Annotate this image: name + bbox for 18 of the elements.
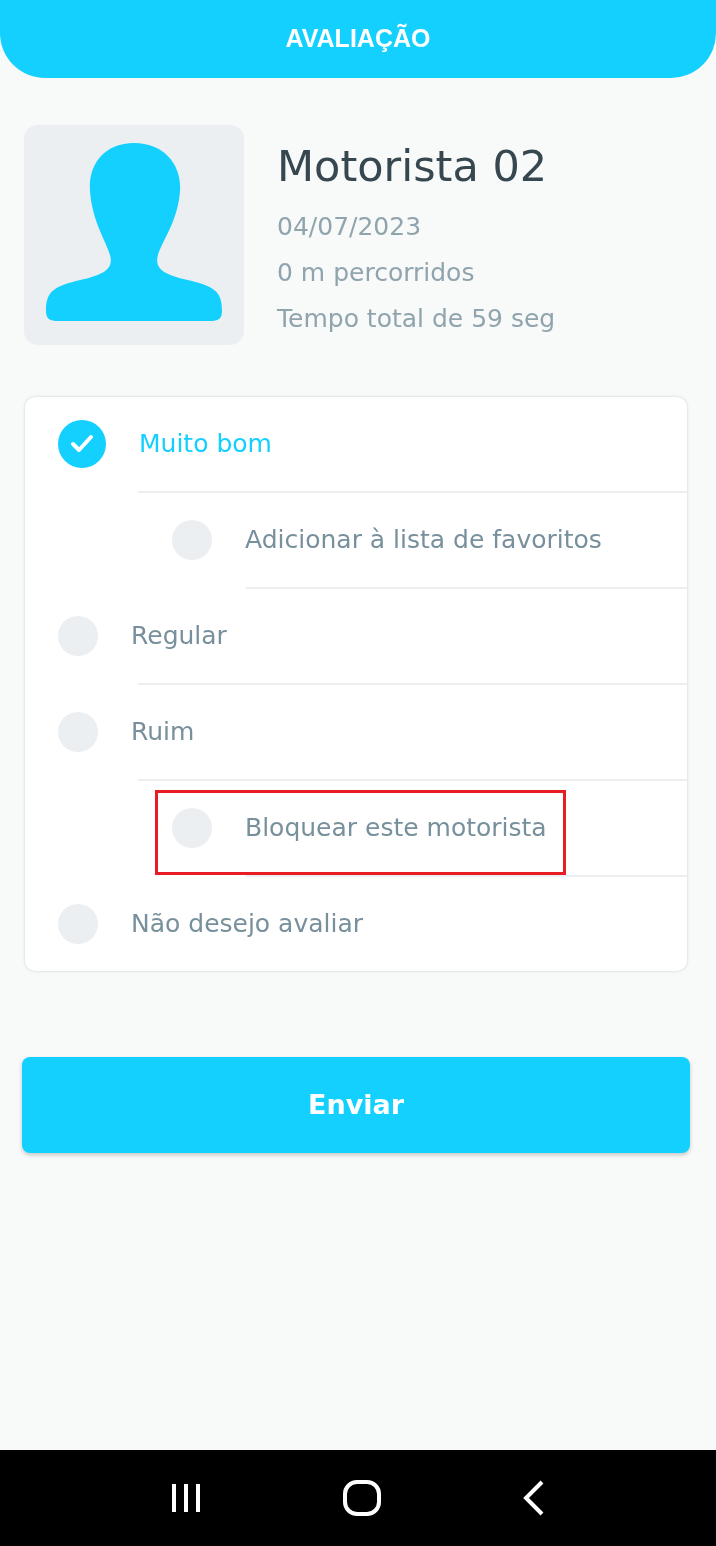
- option-label[interactable]: Ruim: [131, 713, 195, 751]
- trip-date: 04/07/2023: [277, 211, 423, 243]
- option-label[interactable]: Muito bom: [139, 425, 272, 463]
- avatar-icon: [24, 125, 244, 345]
- trip-distance: 0 m percorridos: [277, 257, 476, 289]
- driver-name: Motorista 02: [277, 145, 549, 188]
- option-label[interactable]: Bloquear este motorista: [245, 809, 547, 847]
- screen-title: AVALIAÇÃO: [285, 22, 431, 55]
- trip-duration: Tempo total de 59 seg: [277, 303, 556, 335]
- recent-apps-icon[interactable]: [170, 1482, 203, 1514]
- back-icon[interactable]: [521, 1480, 546, 1516]
- option-label[interactable]: Adicionar à lista de favoritos: [245, 521, 602, 559]
- checked-radio[interactable]: [58, 420, 106, 468]
- send-button[interactable]: Enviar: [22, 1057, 690, 1153]
- home-icon[interactable]: [343, 1480, 381, 1516]
- option-label[interactable]: Regular: [131, 617, 227, 655]
- option-label[interactable]: Não desejo avaliar: [131, 905, 364, 943]
- check-icon: [70, 434, 94, 454]
